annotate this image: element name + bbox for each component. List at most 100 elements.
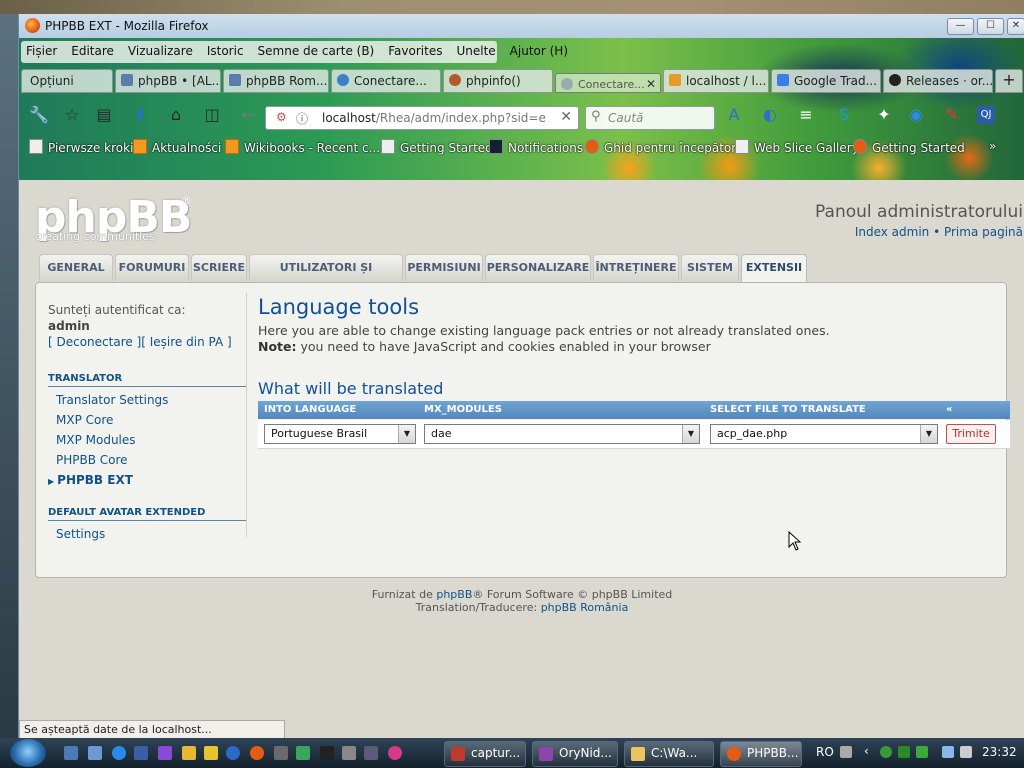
tab-posting[interactable]: SCRIERE xyxy=(191,254,247,281)
tab-general[interactable]: GENERAL xyxy=(39,254,113,281)
file-select[interactable]: acp_dae.php ▼ xyxy=(710,424,938,444)
download-icon[interactable]: ⬇ xyxy=(131,106,149,124)
skype-icon[interactable]: S xyxy=(835,106,853,124)
menu-history[interactable]: Istoric xyxy=(200,41,251,63)
tab-forums[interactable]: FORUMURI xyxy=(115,254,189,281)
back-icon[interactable]: ← xyxy=(239,106,257,124)
menu-view[interactable]: Vizualizare xyxy=(121,41,200,63)
taskbar-button[interactable]: captur... xyxy=(444,741,526,767)
bookmark-item[interactable]: Ghid pentru începători xyxy=(585,139,740,155)
tab-phpbb-al[interactable]: phpBB • [AL... xyxy=(115,69,221,93)
addon-icon[interactable]: ✦ xyxy=(875,106,893,124)
wrench-icon[interactable]: 🔧 xyxy=(29,106,49,124)
explorer-icon[interactable] xyxy=(88,746,102,760)
tool-icon[interactable] xyxy=(274,746,288,760)
sync-icon[interactable] xyxy=(880,746,892,758)
tab-maintenance[interactable]: ÎNTREȚINERE xyxy=(593,254,679,281)
bookmarks-overflow-button[interactable]: » xyxy=(989,139,996,153)
tab-releases[interactable]: Releases · or... xyxy=(883,69,993,93)
sidebar-item-translator-settings[interactable]: Translator Settings xyxy=(56,393,168,407)
sidebar-item-settings[interactable]: Settings xyxy=(56,527,105,541)
bookmark-item[interactable]: Wikibooks - Recent c... xyxy=(225,139,380,155)
taskbar-button[interactable]: C:\Wa... xyxy=(624,741,714,767)
app-icon[interactable] xyxy=(388,746,402,760)
url-bar[interactable]: ⚙ ⓘ localhost/Rhea/adm/index.php?sid=e ✕ xyxy=(265,106,579,130)
sidebar-item-phpbb-core[interactable]: PHPBB Core xyxy=(56,453,128,467)
bookmark-item[interactable]: Pierwsze kroki xyxy=(29,139,133,155)
tab-options[interactable]: Opțiuni xyxy=(21,69,113,93)
volume-icon[interactable] xyxy=(960,746,972,758)
menu-tools[interactable]: Unelte xyxy=(449,41,502,63)
tab-extensions[interactable]: EXTENSII xyxy=(741,254,807,283)
menu-bookmarks[interactable]: Semne de carte (B) xyxy=(251,41,382,63)
start-button[interactable] xyxy=(10,739,46,767)
tab-login[interactable]: Conectare... xyxy=(331,69,441,93)
menu-file[interactable]: Fișier xyxy=(19,41,64,63)
menu-edit[interactable]: Editare xyxy=(64,41,121,63)
menu-icon[interactable]: ≡ xyxy=(797,106,815,124)
network-status-icon[interactable] xyxy=(942,746,954,758)
minimize-button[interactable]: — xyxy=(947,18,974,35)
taskbar-button-active[interactable]: PHPBB... xyxy=(720,741,802,767)
bookmark-item[interactable]: Getting Started xyxy=(853,139,965,155)
tab-google-translate[interactable]: Google Trad... xyxy=(771,69,881,93)
close-button[interactable]: ✕ xyxy=(1007,18,1024,35)
shield-icon[interactable] xyxy=(182,746,196,760)
url-text[interactable]: localhost/Rhea/adm/index.php?sid=e xyxy=(322,111,546,125)
title-bar[interactable]: PHPBB EXT - Mozilla Firefox — ☐ ✕ xyxy=(19,14,1024,38)
star-icon[interactable]: ☆ xyxy=(63,106,81,124)
chevron-left-icon[interactable]: ‹ xyxy=(864,744,876,758)
firefox-icon[interactable] xyxy=(250,746,264,760)
tab-permissions[interactable]: PERMISIUNI xyxy=(405,254,483,281)
bookmark-item[interactable]: Aktualności xyxy=(133,139,221,155)
app-icon[interactable] xyxy=(158,746,172,760)
menu-help[interactable]: Ajutor (H) xyxy=(503,41,575,63)
tab-customise[interactable]: PERSONALIZARE xyxy=(485,254,591,281)
top-links[interactable]: Index admin • Prima pagină xyxy=(855,225,1023,239)
search-input[interactable]: ⚲ Caută xyxy=(585,106,715,130)
php-icon[interactable] xyxy=(364,746,378,760)
close-tab-icon[interactable]: ✕ xyxy=(646,77,656,91)
bookmark-item[interactable]: Getting Started xyxy=(381,139,493,155)
terminal-icon[interactable] xyxy=(320,746,334,760)
home-icon[interactable]: ⌂ xyxy=(167,106,185,124)
compass-icon[interactable]: ◉ xyxy=(907,106,925,124)
tab-login-active[interactable]: Conectare... ✕ xyxy=(555,73,661,93)
clock[interactable]: 23:32 xyxy=(982,745,1017,759)
language-select[interactable]: Portuguese Brasil ▼ xyxy=(264,424,416,444)
calculator-icon[interactable] xyxy=(342,746,356,760)
sidebar-item-phpbb-ext[interactable]: ▶ PHPBB EXT xyxy=(48,473,133,487)
network-icon[interactable] xyxy=(296,746,310,760)
sidebar-item-mxp-modules[interactable]: MXP Modules xyxy=(56,433,136,447)
show-desktop-icon[interactable] xyxy=(64,746,78,760)
qj-icon[interactable]: QJ xyxy=(977,106,995,124)
sidebar-item-mxp-core[interactable]: MXP Core xyxy=(56,413,113,427)
keyboard-icon[interactable] xyxy=(840,746,852,758)
site-identity-icon[interactable]: ⚙ xyxy=(276,110,287,124)
pocket-icon[interactable]: ◫ xyxy=(203,106,221,124)
tool-icon[interactable]: ✎ xyxy=(943,106,961,124)
menu-favorites[interactable]: Favorites xyxy=(381,41,449,63)
update-icon[interactable] xyxy=(898,746,910,758)
tab-phpinfo[interactable]: phpinfo() xyxy=(443,69,553,93)
info-icon[interactable]: ⓘ xyxy=(296,110,308,127)
module-select[interactable]: dae ▼ xyxy=(424,424,700,444)
new-tab-button[interactable]: + xyxy=(995,69,1023,93)
clear-url-icon[interactable]: ✕ xyxy=(560,109,572,125)
sync-icon[interactable]: ◐ xyxy=(761,106,779,124)
collapse-icon[interactable]: « xyxy=(946,404,952,415)
tab-system[interactable]: SISTEM xyxy=(681,254,739,281)
media-icon[interactable] xyxy=(204,746,218,760)
submit-button[interactable]: Trimite xyxy=(946,424,996,444)
tab-phpbb-romania[interactable]: phpBB Rom... xyxy=(223,69,329,93)
bookmark-item[interactable]: Web Slice Gallery xyxy=(735,139,859,155)
browser-icon[interactable] xyxy=(226,746,240,760)
language-indicator[interactable]: RO xyxy=(816,745,834,759)
footer-phpbb-link[interactable]: phpBB xyxy=(436,588,472,601)
maximize-button[interactable]: ☐ xyxy=(977,18,1004,35)
taskbar-button[interactable]: OryNid... xyxy=(532,741,618,767)
ie-icon[interactable] xyxy=(112,746,126,760)
bookmark-item[interactable]: Notifications xyxy=(489,139,583,155)
tab-localhost[interactable]: localhost / l... xyxy=(663,69,769,93)
tab-users-groups[interactable]: UTILIZATORI ȘI GRUPURI xyxy=(249,254,403,300)
